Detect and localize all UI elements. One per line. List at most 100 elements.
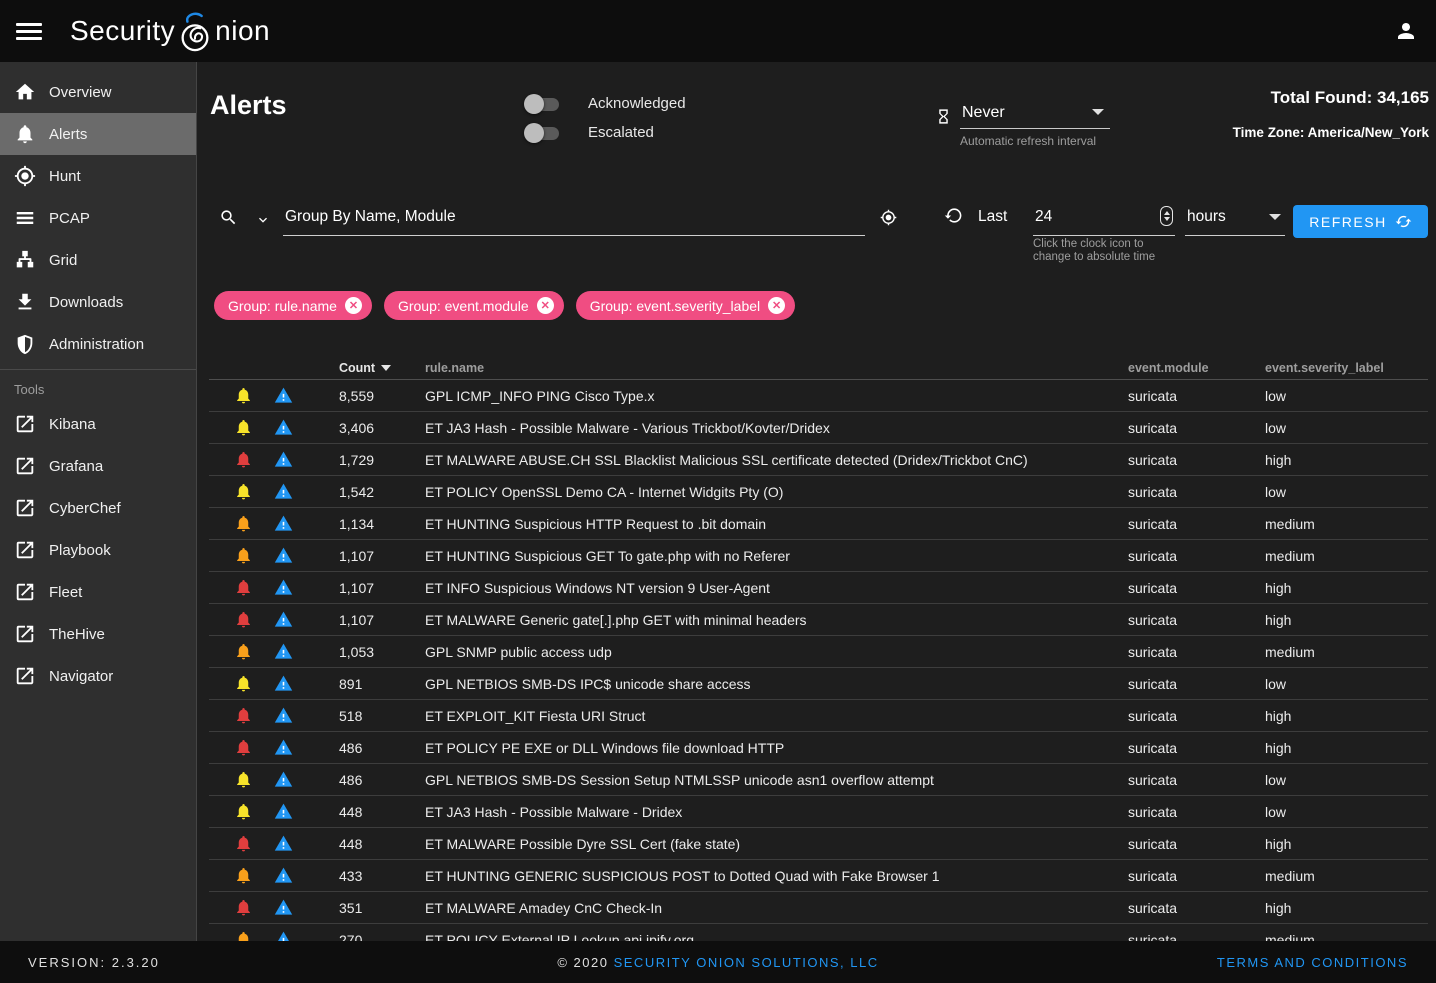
table-row[interactable]: 433ET HUNTING GENERIC SUSPICIOUS POST to… [209,860,1428,892]
severity-bell-icon[interactable] [234,546,253,565]
sidebar-item-administration[interactable]: Administration [0,323,196,365]
info-warning-icon[interactable] [274,834,293,853]
info-warning-icon[interactable] [274,514,293,533]
severity-bell-icon[interactable] [234,770,253,789]
chip-close-icon[interactable]: ✕ [768,297,785,314]
table-row[interactable]: 1,107ET HUNTING Suspicious GET To gate.p… [209,540,1428,572]
table-row[interactable]: 1,053GPL SNMP public access udpsuricatam… [209,636,1428,668]
severity-bell-icon[interactable] [234,738,253,757]
sidebar-tool-navigator[interactable]: Navigator [0,655,196,697]
severity-bell-icon[interactable] [234,802,253,821]
severity-bell-icon[interactable] [234,578,253,597]
sidebar-tool-thehive[interactable]: TheHive [0,613,196,655]
column-header-event-module[interactable]: event.module [1128,361,1265,375]
number-spinner-icon[interactable] [1160,206,1173,226]
table-row[interactable]: 1,134ET HUNTING Suspicious HTTP Request … [209,508,1428,540]
copyright-link[interactable]: SECURITY ONION SOLUTIONS, LLC [614,955,879,970]
info-warning-icon[interactable] [274,546,293,565]
severity-label-cell: medium [1265,868,1428,884]
sidebar-item-pcap[interactable]: PCAP [0,197,196,239]
chip-close-icon[interactable]: ✕ [345,297,362,314]
table-row[interactable]: 8,559GPL ICMP_INFO PING Cisco Type.xsuri… [209,380,1428,412]
severity-bell-icon[interactable] [234,642,253,661]
sidebar-tool-fleet[interactable]: Fleet [0,571,196,613]
severity-bell-icon[interactable] [234,610,253,629]
toggle-switch-icon[interactable] [524,94,561,114]
duration-unit-select[interactable]: hours [1185,200,1285,236]
severity-bell-icon[interactable] [234,674,253,693]
sidebar-item-downloads[interactable]: Downloads [0,281,196,323]
table-row[interactable]: 1,107ET INFO Suspicious Windows NT versi… [209,572,1428,604]
table-row[interactable]: 486GPL NETBIOS SMB-DS Session Setup NTML… [209,764,1428,796]
table-row[interactable]: 448ET JA3 Hash - Possible Malware - Drid… [209,796,1428,828]
sidebar-tool-kibana[interactable]: Kibana [0,403,196,445]
table-row[interactable]: 891GPL NETBIOS SMB-DS IPC$ unicode share… [209,668,1428,700]
severity-bell-icon[interactable] [234,482,253,501]
sidebar-item-overview[interactable]: Overview [0,71,196,113]
table-row[interactable]: 1,107ET MALWARE Generic gate[.].php GET … [209,604,1428,636]
filter-chip[interactable]: Group: event.severity_label✕ [576,291,795,320]
severity-bell-icon[interactable] [234,866,253,885]
info-warning-icon[interactable] [274,738,293,757]
info-warning-icon[interactable] [274,802,293,821]
sidebar-item-alerts[interactable]: Alerts [0,113,196,155]
sort-desc-icon [381,365,391,371]
info-warning-icon[interactable] [274,770,293,789]
quick-actions-target-icon[interactable] [880,209,897,226]
info-warning-icon[interactable] [274,450,293,469]
table-row[interactable]: 351ET MALWARE Amadey CnC Check-Insuricat… [209,892,1428,924]
info-warning-icon[interactable] [274,610,293,629]
column-header-rule-name[interactable]: rule.name [425,361,1128,375]
severity-bell-icon[interactable] [234,930,253,941]
time-history-icon[interactable] [944,206,963,225]
filter-chip[interactable]: Group: rule.name✕ [214,291,372,320]
user-account-icon[interactable] [1394,19,1418,43]
sidebar-tool-playbook[interactable]: Playbook [0,529,196,571]
search-icon[interactable] [219,208,238,227]
refresh-button[interactable]: REFRESH [1293,205,1428,238]
severity-bell-icon[interactable] [234,450,253,469]
info-warning-icon[interactable] [274,578,293,597]
sidebar-tool-cyberchef[interactable]: CyberChef [0,487,196,529]
info-warning-icon[interactable] [274,898,293,917]
table-row[interactable]: 448ET MALWARE Possible Dyre SSL Cert (fa… [209,828,1428,860]
severity-bell-icon[interactable] [234,898,253,917]
info-warning-icon[interactable] [274,674,293,693]
info-warning-icon[interactable] [274,930,293,941]
column-header-severity-label[interactable]: event.severity_label [1265,361,1428,375]
severity-bell-icon[interactable] [234,706,253,725]
severity-bell-icon[interactable] [234,386,253,405]
severity-bell-icon[interactable] [234,514,253,533]
duration-input[interactable] [1033,200,1133,235]
info-warning-icon[interactable] [274,866,293,885]
query-history-chevron-icon[interactable] [255,212,271,228]
count-cell: 270 [339,932,425,942]
info-warning-icon[interactable] [274,706,293,725]
info-warning-icon[interactable] [274,386,293,405]
count-cell: 891 [339,676,425,692]
main-content: Alerts AcknowledgedEscalated Never Autom… [197,62,1436,941]
refresh-interval-select[interactable]: Never [960,102,1110,129]
menu-icon[interactable] [16,19,42,44]
sidebar-tool-grafana[interactable]: Grafana [0,445,196,487]
filter-chip[interactable]: Group: event.module✕ [384,291,564,320]
toggle-acknowledged[interactable]: Acknowledged [524,89,686,118]
toggle-switch-icon[interactable] [524,123,561,143]
info-warning-icon[interactable] [274,482,293,501]
column-header-count[interactable]: Count [339,361,425,375]
severity-bell-icon[interactable] [234,834,253,853]
table-row[interactable]: 270ET POLICY External IP Lookup api.ipif… [209,924,1428,941]
table-row[interactable]: 1,729ET MALWARE ABUSE.CH SSL Blacklist M… [209,444,1428,476]
search-input[interactable] [283,200,865,235]
info-warning-icon[interactable] [274,418,293,437]
chip-close-icon[interactable]: ✕ [537,297,554,314]
severity-bell-icon[interactable] [234,418,253,437]
toggle-escalated[interactable]: Escalated [524,118,686,147]
table-row[interactable]: 3,406ET JA3 Hash - Possible Malware - Va… [209,412,1428,444]
sidebar-item-hunt[interactable]: Hunt [0,155,196,197]
info-warning-icon[interactable] [274,642,293,661]
table-row[interactable]: 486ET POLICY PE EXE or DLL Windows file … [209,732,1428,764]
table-row[interactable]: 518ET EXPLOIT_KIT Fiesta URI Structsuric… [209,700,1428,732]
sidebar-item-grid[interactable]: Grid [0,239,196,281]
table-row[interactable]: 1,542ET POLICY OpenSSL Demo CA - Interne… [209,476,1428,508]
